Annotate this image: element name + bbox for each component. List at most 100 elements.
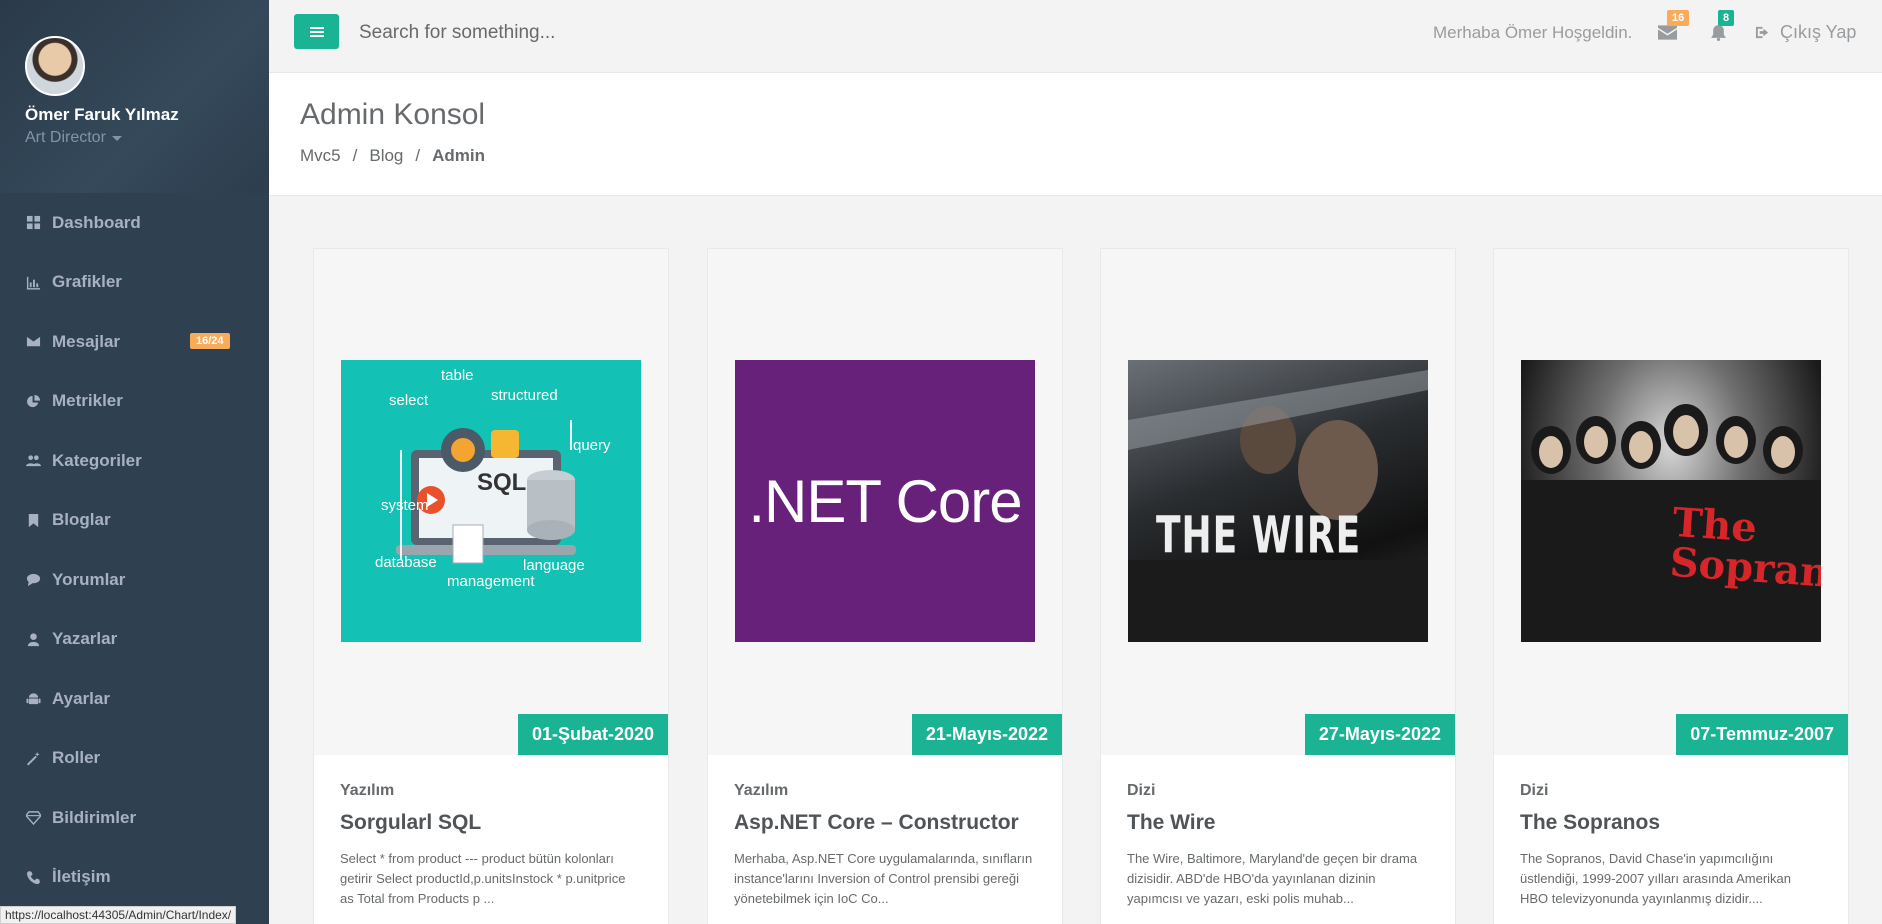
breadcrumb-link-blog[interactable]: Blog: [369, 146, 403, 166]
sidebar-item-bildirimler[interactable]: Bildirimler: [0, 788, 269, 848]
sidebar-item-label: Mesajlar: [52, 331, 121, 351]
card-category: Dizi: [1520, 782, 1549, 799]
card-date-badge: 01-Şubat-2020: [517, 714, 668, 755]
sidebar-item-label: İletişim: [52, 867, 111, 887]
the-wire-logo: THE WIRE: [1156, 507, 1362, 565]
card-excerpt: Merhaba, Asp.NET Core uygulamalarında, s…: [734, 851, 1033, 906]
sql-word-management: management: [447, 573, 535, 590]
sidebar-item-label: Yorumlar: [52, 569, 126, 589]
card-category: Yazılım: [340, 782, 395, 799]
sidebar-item-label: Roller: [52, 748, 101, 768]
card-body: Yazılım Sorgularl SQL Select * from prod…: [314, 755, 668, 924]
sidebar-item-mesajlar[interactable]: Mesajlar 16/24: [0, 312, 269, 372]
sidebar-item-bloglar[interactable]: Bloglar: [0, 491, 269, 551]
breadcrumb: Mvc5 / Blog / Admin: [300, 146, 1882, 166]
blog-card: .NET Core 21-Mayıs-2022 Yazılım Asp.NET …: [707, 248, 1063, 924]
diamond-icon: [24, 809, 42, 827]
logout-label: Çıkış Yap: [1780, 22, 1857, 42]
breadcrumb-current: Admin: [432, 146, 486, 165]
search-input[interactable]: [359, 18, 959, 48]
card-media: .NET Core 21-Mayıs-2022: [708, 249, 1062, 755]
breadcrumb-link-mvc5[interactable]: Mvc5: [300, 146, 341, 166]
user-icon: [24, 630, 42, 648]
messages-dropdown[interactable]: 16: [1658, 10, 1690, 42]
sidebar-item-label: Ayarlar: [52, 688, 110, 708]
card-excerpt: The Wire, Baltimore, Maryland'de geçen b…: [1127, 851, 1418, 906]
blog-card: table select structured query system dat…: [313, 248, 669, 924]
sidebar-item-metrikler[interactable]: Metrikler: [0, 372, 269, 432]
sidebar-item-iletisim[interactable]: İletişim: [0, 848, 269, 908]
welcome-message: Merhaba Ömer Hoşgeldin.: [1433, 23, 1633, 42]
notifications-count-badge: 8: [1718, 10, 1735, 26]
net-core-logo-image[interactable]: .NET Core: [735, 360, 1035, 642]
sopranos-logo: The Sopranos: [1668, 498, 1821, 601]
logout-link[interactable]: Çıkış Yap: [1755, 22, 1856, 43]
sidebar-item-yazarlar[interactable]: Yazarlar: [0, 610, 269, 670]
pie-chart-icon: [24, 392, 42, 410]
sidebar-item-label: Bildirimler: [52, 807, 137, 827]
th-large-icon: [24, 214, 42, 232]
sidebar-item-label: Metrikler: [52, 391, 123, 411]
sidebar-item-label: Bloglar: [52, 510, 111, 530]
sidebar-item-ayarlar[interactable]: Ayarlar: [0, 669, 269, 729]
hamburger-icon: [309, 26, 324, 37]
breadcrumb-separator: /: [352, 146, 358, 165]
sidebar-item-yorumlar[interactable]: Yorumlar: [0, 550, 269, 610]
card-title-link[interactable]: The Wire: [1127, 811, 1429, 835]
sql-word-system: system: [381, 497, 429, 514]
profile-role-dropdown[interactable]: Art Director: [25, 129, 269, 147]
card-category: Dizi: [1127, 782, 1156, 799]
sql-word-database: database: [375, 554, 437, 571]
envelope-icon: [24, 333, 42, 351]
sidebar-item-label: Grafikler: [52, 272, 122, 292]
card-date-badge: 21-Mayıs-2022: [911, 714, 1062, 755]
android-icon: [24, 690, 42, 708]
browser-status-bar: https://localhost:44305/Admin/Chart/Inde…: [0, 906, 237, 924]
sql-word-structured: structured: [491, 387, 558, 404]
sql-word-sql: SQL: [477, 469, 526, 496]
sopranos-poster[interactable]: The Sopranos: [1521, 360, 1821, 642]
card-media: The Sopranos 07-Temmuz-2007: [1494, 249, 1848, 755]
card-date-badge: 27-Mayıs-2022: [1304, 714, 1455, 755]
sql-illustration[interactable]: table select structured query system dat…: [341, 360, 641, 642]
card-title-link[interactable]: Sorgularl SQL: [340, 811, 642, 835]
sidebar-item-kategoriler[interactable]: Kategoriler: [0, 431, 269, 491]
sidebar-item-roller[interactable]: Roller: [0, 729, 269, 789]
magic-icon: [24, 749, 42, 767]
breadcrumb-separator: /: [415, 146, 421, 165]
profile-name: Ömer Faruk Yılmaz: [25, 105, 179, 124]
messages-count-badge: 16: [1667, 10, 1690, 26]
sql-word-query: query: [573, 437, 611, 454]
sql-word-select: select: [389, 392, 429, 409]
sidebar-item-grafikler[interactable]: Grafikler: [0, 253, 269, 313]
card-title-link[interactable]: Asp.NET Core – Constructor: [734, 811, 1036, 835]
card-excerpt: Select * from product --- product bütün …: [340, 851, 626, 906]
notifications-dropdown[interactable]: 8: [1709, 10, 1735, 42]
users-icon: [24, 452, 42, 470]
bookmark-icon: [24, 511, 42, 529]
blog-card: THE WIRE 27-Mayıs-2022 Dizi The Wire The…: [1100, 248, 1456, 924]
sidebar-profile: Ömer Faruk Yılmaz Art Director: [0, 0, 269, 193]
menu-toggle-button[interactable]: [294, 14, 339, 49]
card-media: THE WIRE 27-Mayıs-2022: [1101, 249, 1455, 755]
card-excerpt: The Sopranos, David Chase'in yapımcılığı…: [1520, 851, 1791, 906]
sql-word-table: table: [441, 367, 474, 384]
card-media: table select structured query system dat…: [314, 249, 668, 755]
card-body: Yazılım Asp.NET Core – Constructor Merha…: [708, 755, 1062, 924]
card-title-link[interactable]: The Sopranos: [1520, 811, 1822, 835]
comment-icon: [24, 571, 42, 589]
sign-out-icon: [1755, 26, 1769, 39]
the-wire-poster[interactable]: THE WIRE: [1128, 360, 1428, 642]
sidebar-item-label: Dashboard: [52, 212, 141, 232]
sidebar-item-dashboard[interactable]: Dashboard: [0, 193, 269, 253]
page-heading: Admin Konsol Mvc5 / Blog / Admin: [269, 73, 1882, 196]
avatar[interactable]: [25, 36, 85, 96]
messages-count-badge: 16/24: [190, 333, 230, 349]
bell-icon: [1711, 25, 1726, 41]
sidebar-item-label: Kategoriler: [52, 450, 142, 470]
sql-word-language: language: [523, 557, 585, 574]
page-title: Admin Konsol: [300, 98, 486, 131]
card-date-badge: 07-Temmuz-2007: [1676, 714, 1848, 755]
net-core-logo-text: .NET Core: [748, 467, 1022, 535]
phone-icon: [24, 868, 42, 886]
